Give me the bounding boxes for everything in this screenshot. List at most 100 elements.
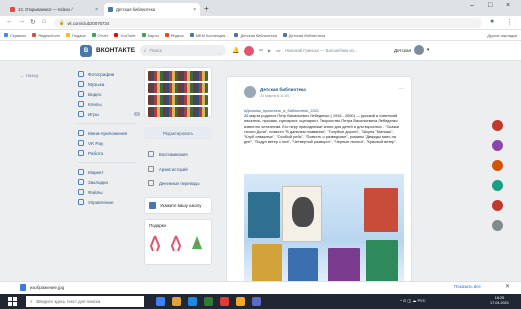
gift-ribbon-icon — [149, 235, 161, 252]
play-icon[interactable]: ▶ — [268, 48, 271, 54]
download-item[interactable]: изображение.jpg — [20, 284, 64, 291]
nav-item-files[interactable]: Файлы — [78, 187, 140, 197]
bookmark-item[interactable]: Отчёт — [91, 33, 108, 38]
notifications-bell-icon[interactable]: 🔔 — [232, 47, 239, 54]
story-thumbnail[interactable] — [492, 160, 503, 171]
tab-favicon-icon — [10, 7, 15, 12]
tab-label: 13. Открываемся — Indexx / — [18, 7, 73, 12]
games-icon — [78, 111, 84, 117]
bookmark-item[interactable]: MEM Коллекция... — [189, 33, 228, 38]
nav-item-mini-apps[interactable]: Мини-приложения — [78, 128, 140, 138]
story-thumbnail[interactable] — [492, 140, 503, 151]
music-player[interactable]: ⏮ ▶ ⏭ Николай Гринько — Волшебник из... — [244, 45, 382, 56]
next-track-icon[interactable]: ⏭ — [276, 48, 280, 53]
tab-favicon-icon — [108, 7, 113, 12]
vkpay-icon — [78, 140, 84, 146]
app-icon[interactable] — [252, 297, 261, 306]
nav-item-games[interactable]: Игры 1 — [78, 109, 140, 119]
bookmark-item[interactable]: Яндекс — [164, 33, 184, 38]
edit-button[interactable]: Редактировать — [144, 127, 212, 139]
bookmark-item[interactable]: Подача — [66, 33, 86, 38]
bookmark-item[interactable]: Сервисы — [4, 33, 26, 38]
post-author[interactable]: Детская библиотека — [260, 87, 306, 92]
bookmark-item[interactable]: YouTube — [114, 33, 136, 38]
nav-item-video[interactable]: Видео — [78, 89, 140, 99]
tab-inactive[interactable]: 13. Открываемся — Indexx / × — [6, 3, 102, 16]
profile-name: Детская — [394, 47, 412, 53]
profile-icon[interactable]: ● — [490, 18, 494, 25]
story-thumbnail[interactable] — [492, 220, 503, 231]
bookmark-item[interactable]: ЯндексКолл — [32, 33, 60, 38]
show-all-downloads[interactable]: Показать все — [454, 284, 481, 289]
avatar — [414, 45, 425, 55]
file-explorer-icon[interactable] — [172, 297, 181, 306]
right-thumbnails — [492, 120, 506, 240]
story-thumbnail[interactable] — [492, 120, 503, 131]
system-tray[interactable]: ^ ⊡ ◫ ☁ РУС — [400, 298, 425, 303]
nav-item-manage[interactable]: Управление — [78, 197, 140, 207]
author-portrait — [282, 186, 322, 242]
other-bookmarks[interactable]: Другие закладки — [487, 33, 517, 38]
back-arrow-icon[interactable]: ← — [6, 18, 13, 25]
new-tab-button[interactable]: + — [204, 4, 209, 13]
nav-item-bookmarks[interactable]: Закладки — [78, 177, 140, 187]
memories-link[interactable]: Воспоминания — [148, 151, 188, 157]
menu-icon[interactable]: ⋮ — [506, 18, 513, 26]
browser-tab-bar: 13. Открываемся — Indexx / × Детская биб… — [0, 0, 521, 16]
url-bar[interactable]: 🔒 vk.com/club20076734 — [54, 18, 482, 28]
app-icon[interactable] — [236, 297, 245, 306]
chrome-icon[interactable] — [220, 297, 229, 306]
maximize-button[interactable]: □ — [488, 2, 492, 9]
gifts-block[interactable]: Подарки — [144, 219, 212, 265]
nav-item-photos[interactable]: Фотографии — [78, 69, 140, 79]
task-view-icon[interactable] — [156, 297, 165, 306]
search-input[interactable]: ⌕ Поиск — [140, 45, 226, 56]
close-window-button[interactable]: × — [506, 2, 510, 9]
minimize-button[interactable]: – — [470, 2, 474, 9]
reload-icon[interactable]: ↻ — [30, 18, 36, 26]
money-icon — [148, 180, 154, 186]
tab-close-icon[interactable]: × — [95, 7, 98, 13]
vk-brand[interactable]: ВКОНТАКТЕ — [96, 47, 135, 54]
bookmark-item[interactable]: Детская библиотека — [234, 33, 277, 38]
back-link[interactable]: ← Назад — [20, 73, 38, 78]
taskbar-search[interactable]: ⌕ Введите здесь текст для поиска — [26, 296, 144, 307]
nav-item-clips[interactable]: Клипы — [78, 99, 140, 109]
profile-menu[interactable]: Детская ▾ — [394, 45, 429, 55]
avatar[interactable] — [244, 86, 256, 98]
nav-item-vkpay[interactable]: VK Pay — [78, 138, 140, 148]
story-thumbnail[interactable] — [492, 180, 503, 191]
apps-icon — [78, 130, 84, 136]
money-transfers-link[interactable]: Денежные переводы — [148, 180, 200, 186]
forward-arrow-icon[interactable]: → — [18, 18, 25, 25]
tab-label: Детская библиотека — [116, 7, 156, 12]
vk-logo-icon[interactable]: В — [80, 45, 92, 57]
gifts-title: Подарки — [149, 223, 166, 228]
gift-ribbon-icon — [170, 235, 182, 252]
close-icon[interactable]: ✕ — [505, 283, 510, 290]
edge-icon[interactable] — [188, 297, 197, 306]
nav-item-market[interactable]: Маркет — [78, 167, 140, 177]
book-cover — [248, 192, 280, 238]
community-photo[interactable] — [144, 67, 212, 117]
stories-archive-link[interactable]: Архив историй — [148, 166, 188, 172]
system-clock[interactable]: 18:25 17.04.2021 — [490, 296, 509, 306]
prev-track-icon[interactable]: ⏮ — [259, 48, 263, 53]
file-icon — [78, 189, 84, 195]
bookmark-icon — [78, 179, 84, 185]
nav-item-music[interactable]: Музыка — [78, 79, 140, 89]
tab-active[interactable]: Детская библиотека × — [104, 3, 200, 16]
excel-icon[interactable] — [204, 297, 213, 306]
tab-close-icon[interactable]: × — [193, 7, 196, 13]
bookmark-item[interactable]: Карты — [141, 33, 159, 38]
video-icon — [78, 91, 84, 97]
story-thumbnail[interactable] — [492, 200, 503, 211]
bookmark-item[interactable]: Детская библиотека — [282, 33, 325, 38]
post-menu-icon[interactable]: ··· — [398, 86, 404, 92]
school-prompt[interactable]: Укажите вашу школу — [144, 197, 212, 214]
post-image[interactable] — [244, 174, 404, 286]
windows-start-icon[interactable] — [8, 297, 17, 306]
home-icon[interactable]: ⌂ — [42, 18, 46, 25]
nav-item-work[interactable]: Работа — [78, 148, 140, 158]
post-date[interactable]: 20 марта в 11:00 — [260, 94, 289, 98]
